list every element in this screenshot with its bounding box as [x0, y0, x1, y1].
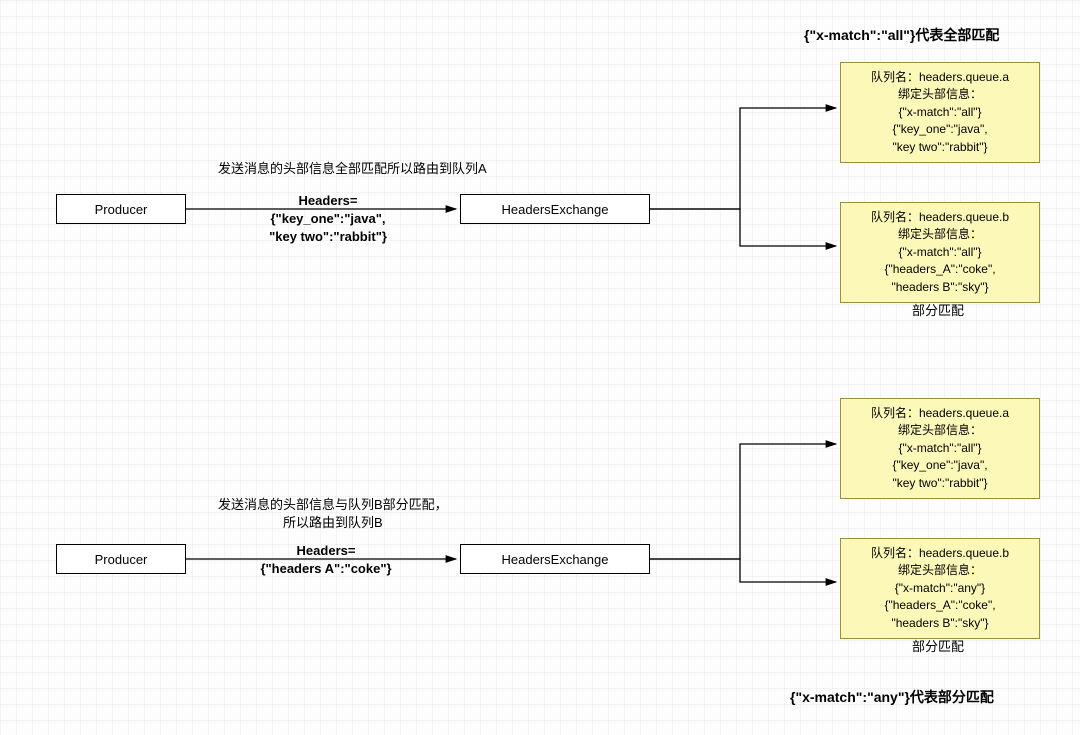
bottom-producer-label: Producer: [95, 552, 148, 567]
bottom-partial-label: 部分匹配: [912, 638, 964, 656]
bottom-exchange-label: HeadersExchange: [502, 552, 609, 567]
bottom-queue-b-l1: 队列名：headers.queue.b: [849, 545, 1031, 562]
top-title: {"x-match":"all"}代表全部匹配: [804, 26, 999, 46]
bottom-queue-b: 队列名：headers.queue.b 绑定头部信息： {"x-match":"…: [840, 538, 1040, 639]
bottom-queue-a-l1: 队列名：headers.queue.a: [849, 405, 1031, 422]
top-producer-box: Producer: [56, 194, 186, 224]
bottom-exchange-box: HeadersExchange: [460, 544, 650, 574]
top-producer-label: Producer: [95, 202, 148, 217]
top-queue-a-l1: 队列名：headers.queue.a: [849, 69, 1031, 86]
bottom-headers-body: {"headers A":"coke"}: [260, 561, 391, 576]
bottom-queue-a-l4: {"key_one":"java",: [849, 457, 1031, 474]
top-queue-a-l2: 绑定头部信息：: [849, 86, 1031, 103]
top-partial-label: 部分匹配: [912, 302, 964, 320]
top-queue-a: 队列名：headers.queue.a 绑定头部信息： {"x-match":"…: [840, 62, 1040, 163]
bottom-note-1: 发送消息的头部信息与队列B部分匹配，: [218, 497, 448, 512]
top-note: 发送消息的头部信息全部匹配所以路由到队列A: [218, 160, 487, 178]
top-queue-b-l5: "headers B":"sky"}: [849, 279, 1031, 296]
top-headers: Headers= {"key_one":"java", "key two":"r…: [248, 192, 408, 247]
top-exchange-box: HeadersExchange: [460, 194, 650, 224]
top-queue-a-l3: {"x-match":"all"}: [849, 104, 1031, 121]
top-queue-b-l2: 绑定头部信息：: [849, 226, 1031, 243]
bottom-footer: {"x-match":"any"}代表部分匹配: [790, 688, 994, 708]
bottom-note-2: 所以路由到队列B: [283, 515, 383, 530]
bottom-note: 发送消息的头部信息与队列B部分匹配， 所以路由到队列B: [218, 496, 448, 532]
top-queue-b-l3: {"x-match":"all"}: [849, 244, 1031, 261]
top-queue-b-l4: {"headers_A":"coke",: [849, 261, 1031, 278]
top-queue-b: 队列名：headers.queue.b 绑定头部信息： {"x-match":"…: [840, 202, 1040, 303]
top-queue-a-l5: "key two":"rabbit"}: [849, 139, 1031, 156]
bottom-queue-b-l4: {"headers_A":"coke",: [849, 597, 1031, 614]
bottom-headers: Headers= {"headers A":"coke"}: [236, 542, 416, 578]
bottom-queue-b-l5: "headers B":"sky"}: [849, 615, 1031, 632]
bottom-queue-a-l3: {"x-match":"all"}: [849, 440, 1031, 457]
top-headers-body: {"key_one":"java", "key two":"rabbit"}: [269, 211, 387, 244]
top-queue-b-l1: 队列名：headers.queue.b: [849, 209, 1031, 226]
bottom-headers-title: Headers=: [297, 543, 356, 558]
bottom-queue-b-l3: {"x-match":"any"}: [849, 580, 1031, 597]
bottom-queue-a-l5: "key two":"rabbit"}: [849, 475, 1031, 492]
bottom-queue-b-l2: 绑定头部信息：: [849, 562, 1031, 579]
top-exchange-label: HeadersExchange: [502, 202, 609, 217]
top-headers-title: Headers=: [299, 193, 358, 208]
bottom-queue-a: 队列名：headers.queue.a 绑定头部信息： {"x-match":"…: [840, 398, 1040, 499]
bottom-producer-box: Producer: [56, 544, 186, 574]
top-queue-a-l4: {"key_one":"java",: [849, 121, 1031, 138]
bottom-queue-a-l2: 绑定头部信息：: [849, 422, 1031, 439]
